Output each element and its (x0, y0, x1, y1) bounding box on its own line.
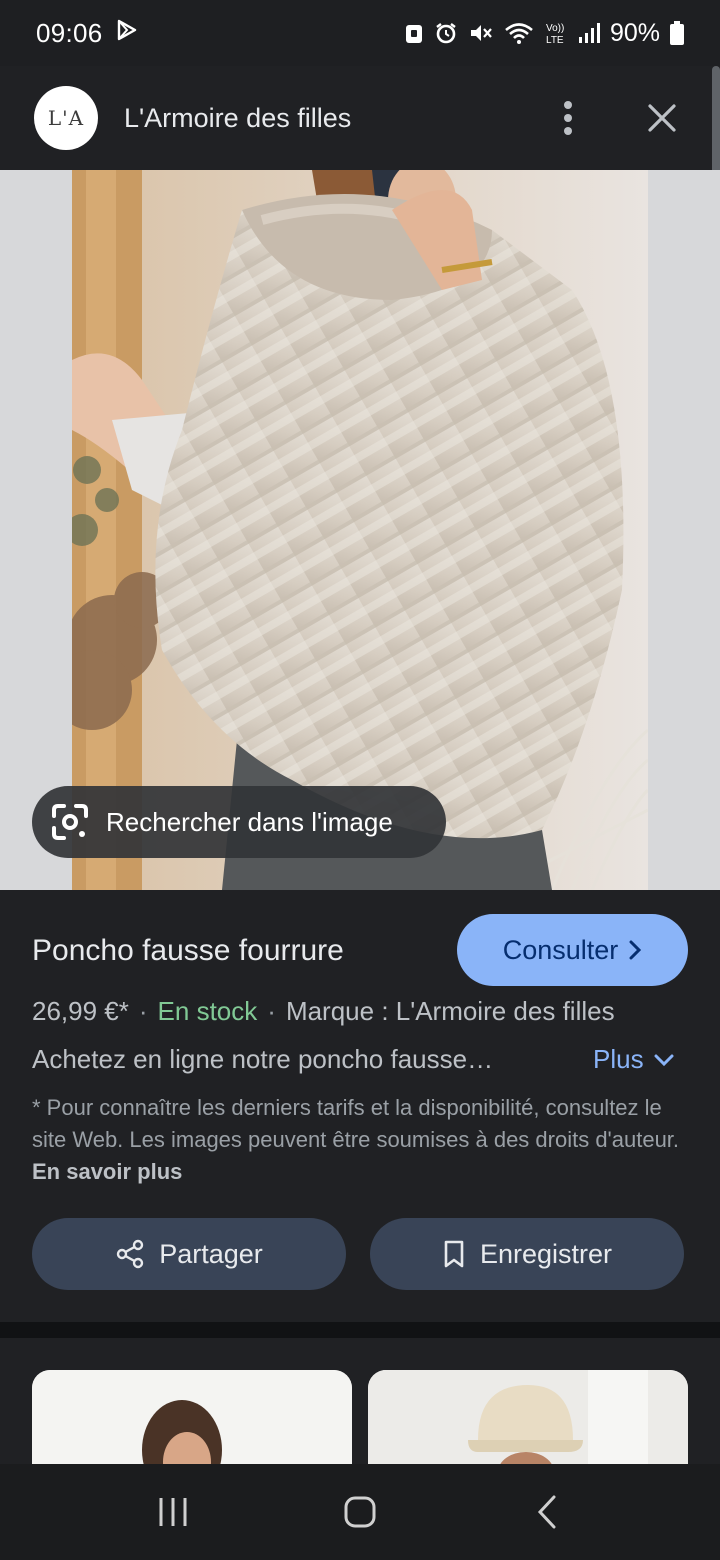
lock-icon (404, 21, 424, 45)
visit-label: Consulter (502, 934, 619, 965)
more-options-button[interactable] (544, 94, 592, 142)
chevron-down-icon (654, 1054, 674, 1066)
status-left: 09:06 (36, 18, 139, 49)
stock-status: En stock (157, 996, 258, 1026)
site-logo[interactable]: L'A (34, 86, 98, 150)
volte-icon: Vo)) LTE (544, 20, 568, 46)
system-nav-bar (0, 1464, 720, 1560)
learn-more-link[interactable]: En savoir plus (32, 1159, 182, 1184)
meta-separator: · (138, 996, 148, 1026)
bookmark-icon (444, 1240, 464, 1268)
save-button[interactable]: Enregistrer (370, 1218, 684, 1290)
product-brand: Marque : L'Armoire des filles (285, 996, 615, 1026)
lens-search-button[interactable]: Rechercher dans l'image (32, 786, 446, 858)
related-results (0, 1338, 720, 1464)
site-name[interactable]: L'Armoire des filles (124, 103, 351, 134)
header-actions (544, 94, 686, 142)
status-time: 09:06 (36, 17, 103, 48)
disclaimer: * Pour connaître les derniers tarifs et … (32, 1092, 682, 1188)
section-divider (0, 1322, 720, 1338)
lens-search-label: Rechercher dans l'image (106, 806, 393, 837)
close-icon (648, 104, 676, 132)
recents-button[interactable] (143, 1482, 203, 1542)
related-image (32, 1370, 352, 1464)
product-description: Achetez en ligne notre poncho fausse… (32, 1044, 494, 1074)
related-thumbnail[interactable] (32, 1370, 352, 1464)
home-button[interactable] (330, 1482, 390, 1542)
battery-level: 90% (609, 18, 660, 47)
product-title[interactable]: Poncho fausse fourrure (32, 934, 344, 968)
svg-text:Vo)): Vo)) (546, 23, 564, 34)
play-icon (115, 18, 139, 49)
screen: 09:06 Vo)) LTE 90% L'A L'Armoire des fil… (0, 0, 720, 1560)
close-button[interactable] (638, 94, 686, 142)
related-thumbnail[interactable] (368, 1370, 688, 1464)
related-image (368, 1370, 688, 1464)
svg-text:LTE: LTE (546, 35, 564, 46)
share-icon (117, 1239, 144, 1269)
mute-icon (468, 21, 494, 45)
recents-icon (159, 1498, 187, 1526)
status-bar: 09:06 Vo)) LTE 90% (0, 0, 720, 66)
alarm-icon (434, 21, 458, 45)
product-price: 26,99 €* (32, 996, 129, 1026)
more-button[interactable]: Plus (593, 1044, 674, 1075)
visit-button[interactable]: Consulter (457, 914, 688, 986)
back-icon (537, 1495, 556, 1529)
product-photo (72, 170, 648, 890)
signal-icon (578, 22, 600, 44)
battery-icon (670, 21, 684, 45)
back-button[interactable] (517, 1482, 577, 1542)
product-info: Poncho fausse fourrure Consulter 26,99 €… (0, 890, 720, 1322)
disclaimer-text: * Pour connaître les derniers tarifs et … (32, 1095, 680, 1152)
meta-separator: · (267, 996, 276, 1026)
chevron-right-icon (629, 940, 642, 960)
product-image-area[interactable]: Rechercher dans l'image (0, 170, 720, 890)
save-label: Enregistrer (479, 1238, 613, 1269)
result-header: L'A L'Armoire des filles (0, 66, 720, 170)
home-icon (344, 1496, 376, 1528)
more-vert-icon (564, 101, 572, 135)
more-label: Plus (593, 1044, 644, 1074)
share-button[interactable]: Partager (32, 1218, 346, 1290)
share-label: Partager (159, 1238, 263, 1269)
product-meta: 26,99 €* · En stock · Marque : L'Armoire des… (32, 996, 615, 1027)
site-logo-text: L'A (47, 106, 85, 130)
lens-icon (52, 804, 88, 840)
wifi-icon (504, 21, 534, 45)
status-right: Vo)) LTE 90% (404, 19, 684, 48)
